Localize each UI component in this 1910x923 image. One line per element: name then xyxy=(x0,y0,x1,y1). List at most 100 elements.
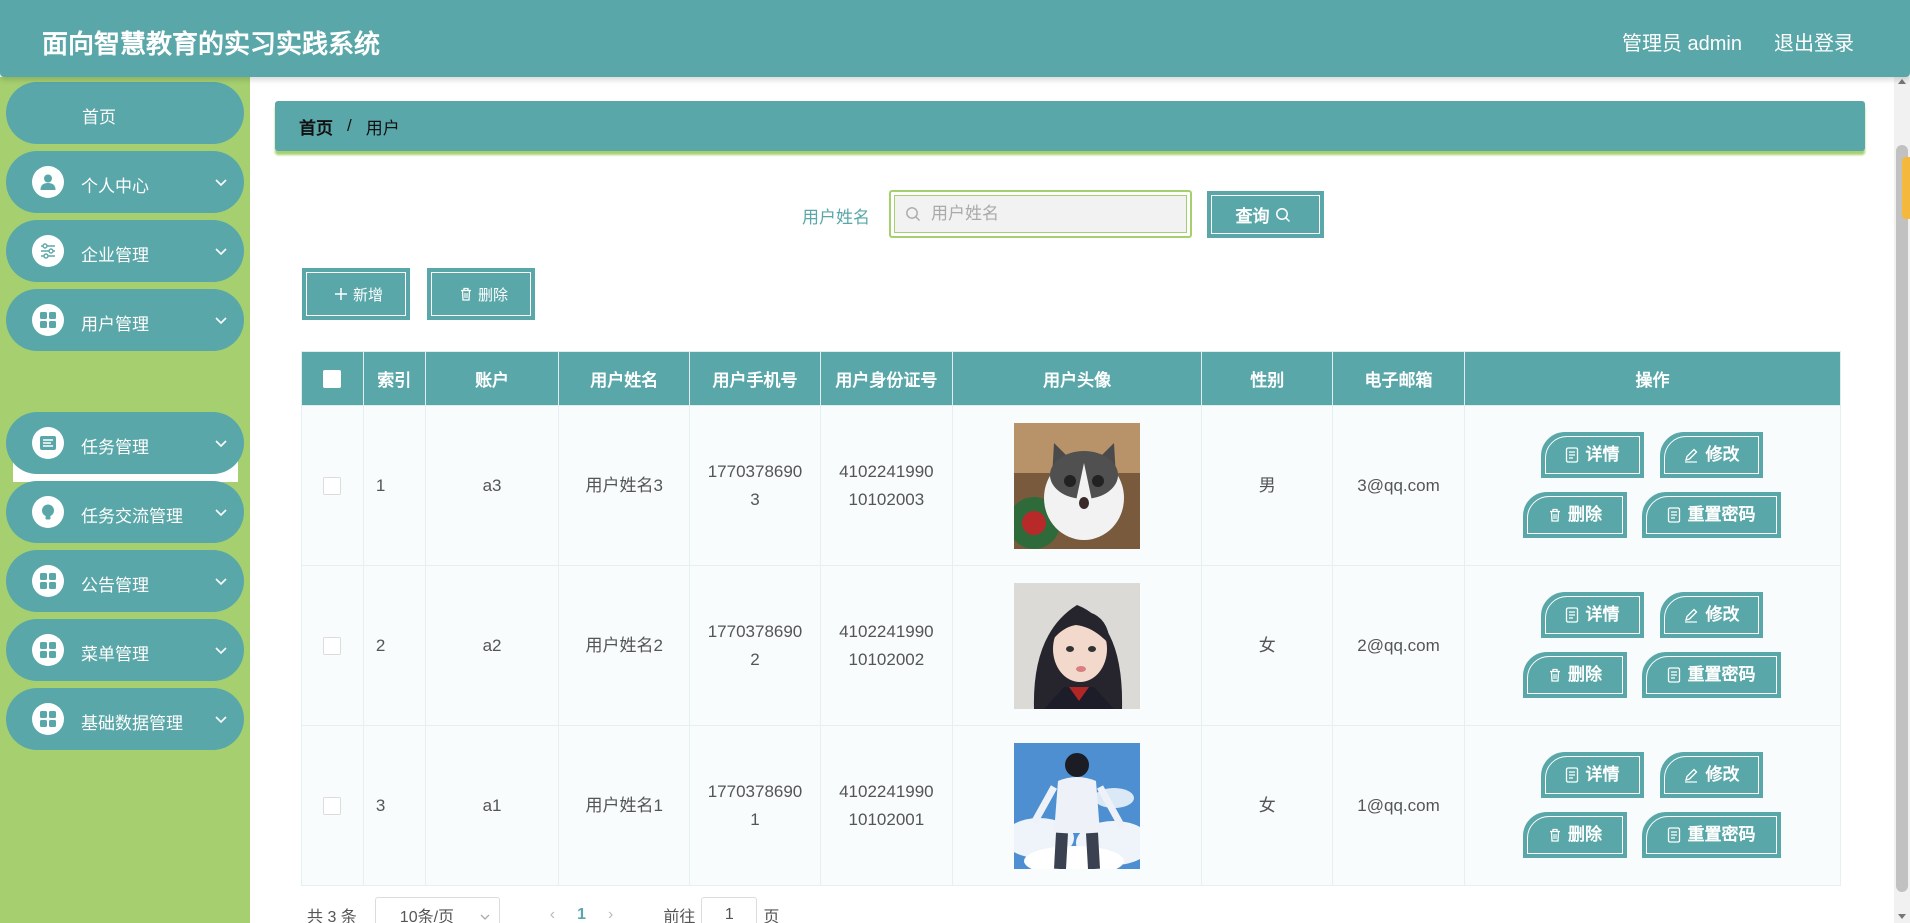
document-icon xyxy=(1566,447,1579,463)
query-button-label: 查询 xyxy=(1235,207,1270,226)
column-header: 用户手机号 xyxy=(689,351,821,406)
sidebar: 首页 个人中心 企业管理 用户管理 用户 任务管理 任务交流管理 xyxy=(0,77,250,923)
detail-button[interactable]: 详情 xyxy=(1540,752,1644,798)
gender-cell: 女 xyxy=(1201,565,1334,726)
sidebar-item-announcement[interactable]: 公告管理 xyxy=(6,550,244,612)
sidebar-item-menu-management[interactable]: 菜单管理 xyxy=(6,619,244,681)
avatar-cell xyxy=(951,725,1203,886)
sidebar-item-label: 任务管理 xyxy=(81,438,149,457)
scroll-down-icon[interactable] xyxy=(1898,914,1906,919)
chevron-down-icon xyxy=(480,914,490,920)
chevron-down-icon xyxy=(215,440,227,448)
email-cell: 2@qq.com xyxy=(1332,565,1465,726)
column-header: 账户 xyxy=(424,351,560,406)
account-cell: a2 xyxy=(424,565,560,726)
edit-button-label: 修改 xyxy=(1705,445,1740,464)
delete-button[interactable]: 删除 xyxy=(1522,492,1627,538)
current-page[interactable]: 1 xyxy=(577,906,586,923)
column-header: 用户身份证号 xyxy=(819,351,953,406)
current-user: 管理员 admin xyxy=(1621,33,1742,55)
phone-cell: 1770378690 1 xyxy=(689,725,821,886)
breadcrumb-current: 用户 xyxy=(365,118,400,138)
id-line-2: 10102002 xyxy=(848,649,925,669)
name-cell: 用户姓名1 xyxy=(558,725,691,886)
phone-line-1: 1770378690 xyxy=(707,461,803,481)
page-suffix: 页 xyxy=(763,909,780,923)
delete-button-label: 删除 xyxy=(1567,665,1602,684)
id-line-1: 4102241990 xyxy=(839,461,934,481)
page-size-select[interactable]: 10条/页 xyxy=(374,897,500,923)
sidebar-item-label: 基础数据管理 xyxy=(81,714,183,733)
top-header: 面向智慧教育的实习实践系统 管理员 admin 退出登录 xyxy=(0,0,1910,77)
reset-password-button[interactable]: 重置密码 xyxy=(1641,652,1781,698)
name-cell: 用户姓名2 xyxy=(558,565,691,726)
id-number-cell: 4102241990 10102002 xyxy=(819,565,953,726)
chevron-down-icon xyxy=(215,179,227,187)
batch-delete-button-label: 删除 xyxy=(477,286,508,304)
row-actions: 详情 修改 删除 重置密码 xyxy=(1465,726,1840,885)
next-page-icon[interactable]: › xyxy=(608,906,613,923)
batch-delete-button[interactable]: 删除 xyxy=(427,268,535,320)
reset-password-button[interactable]: 重置密码 xyxy=(1641,812,1781,858)
scroll-up-icon[interactable] xyxy=(1898,79,1906,84)
trash-icon xyxy=(460,287,471,301)
row-checkbox[interactable] xyxy=(323,797,342,816)
row-checkbox[interactable] xyxy=(323,637,342,656)
avatar-boy-sky-image xyxy=(1014,742,1141,869)
select-all-checkbox[interactable] xyxy=(323,370,342,389)
document-icon xyxy=(1566,767,1579,783)
sidebar-item-home[interactable]: 首页 xyxy=(6,82,244,144)
sidebar-item-label: 任务交流管理 xyxy=(81,507,183,526)
search-label: 用户姓名 xyxy=(802,208,870,227)
search-icon xyxy=(1275,207,1290,222)
detail-button-label: 详情 xyxy=(1585,445,1620,464)
edit-button[interactable]: 修改 xyxy=(1659,752,1763,798)
pencil-icon xyxy=(1685,608,1698,623)
chevron-down-icon xyxy=(215,509,227,517)
edit-button[interactable]: 修改 xyxy=(1659,432,1763,478)
sidebar-item-enterprise[interactable]: 企业管理 xyxy=(6,220,244,282)
logout-link[interactable]: 退出登录 xyxy=(1774,27,1854,56)
query-button[interactable]: 查询 xyxy=(1207,191,1324,238)
sidebar-item-task-management[interactable]: 任务管理 xyxy=(6,412,244,474)
page-scrollbar[interactable] xyxy=(1894,77,1910,923)
trash-icon xyxy=(1549,508,1560,522)
phone-cell: 1770378690 2 xyxy=(689,565,821,726)
breadcrumb-home[interactable]: 首页 xyxy=(299,114,333,139)
delete-button[interactable]: 删除 xyxy=(1522,812,1627,858)
gender-cell: 女 xyxy=(1201,725,1334,886)
add-button[interactable]: 新增 xyxy=(302,268,410,320)
goto-page-input[interactable]: 1 xyxy=(701,897,758,923)
search-field-inner xyxy=(894,195,1187,233)
row-checkbox[interactable] xyxy=(323,477,342,496)
prev-page-icon[interactable]: ‹ xyxy=(550,906,555,923)
sidebar-item-label: 用户管理 xyxy=(81,315,149,334)
phone-cell: 1770378690 3 xyxy=(689,405,821,566)
scrollbar-thumb[interactable] xyxy=(1896,145,1908,892)
table-header-row: 索引 账户 用户姓名 用户手机号 用户身份证号 用户头像 性别 电子邮箱 操作 xyxy=(301,351,1842,406)
table-row: 3 a1 用户姓名1 1770378690 1 4102241990 1010200… xyxy=(301,725,1842,886)
trash-icon xyxy=(1549,828,1560,842)
email-cell: 1@qq.com xyxy=(1332,725,1465,886)
user-icon xyxy=(32,166,64,198)
breadcrumb-separator: / xyxy=(347,116,352,135)
sidebar-item-user-management[interactable]: 用户管理 xyxy=(6,289,244,351)
delete-button-label: 删除 xyxy=(1567,505,1602,524)
detail-button[interactable]: 详情 xyxy=(1540,592,1644,638)
search-input[interactable] xyxy=(931,204,1171,224)
reset-password-button[interactable]: 重置密码 xyxy=(1641,492,1781,538)
sidebar-item-task-exchange[interactable]: 任务交流管理 xyxy=(6,481,244,543)
trash-icon xyxy=(1549,668,1560,682)
row-actions: 详情 修改 删除 重置密码 xyxy=(1465,406,1840,565)
delete-button[interactable]: 删除 xyxy=(1522,652,1627,698)
avatar-cell xyxy=(951,405,1203,566)
detail-button[interactable]: 详情 xyxy=(1540,432,1644,478)
sidebar-item-personal-center[interactable]: 个人中心 xyxy=(6,151,244,213)
user-table: 索引 账户 用户姓名 用户手机号 用户身份证号 用户头像 性别 电子邮箱 操作 … xyxy=(301,351,1842,886)
column-header: 索引 xyxy=(362,351,426,406)
edit-button[interactable]: 修改 xyxy=(1659,592,1763,638)
account-cell: a3 xyxy=(424,405,560,566)
operations-cell: 详情 修改 删除 重置密码 xyxy=(1463,565,1842,726)
breadcrumb: 首页 / 用户 xyxy=(275,101,1865,151)
sidebar-item-basic-data[interactable]: 基础数据管理 xyxy=(6,688,244,750)
